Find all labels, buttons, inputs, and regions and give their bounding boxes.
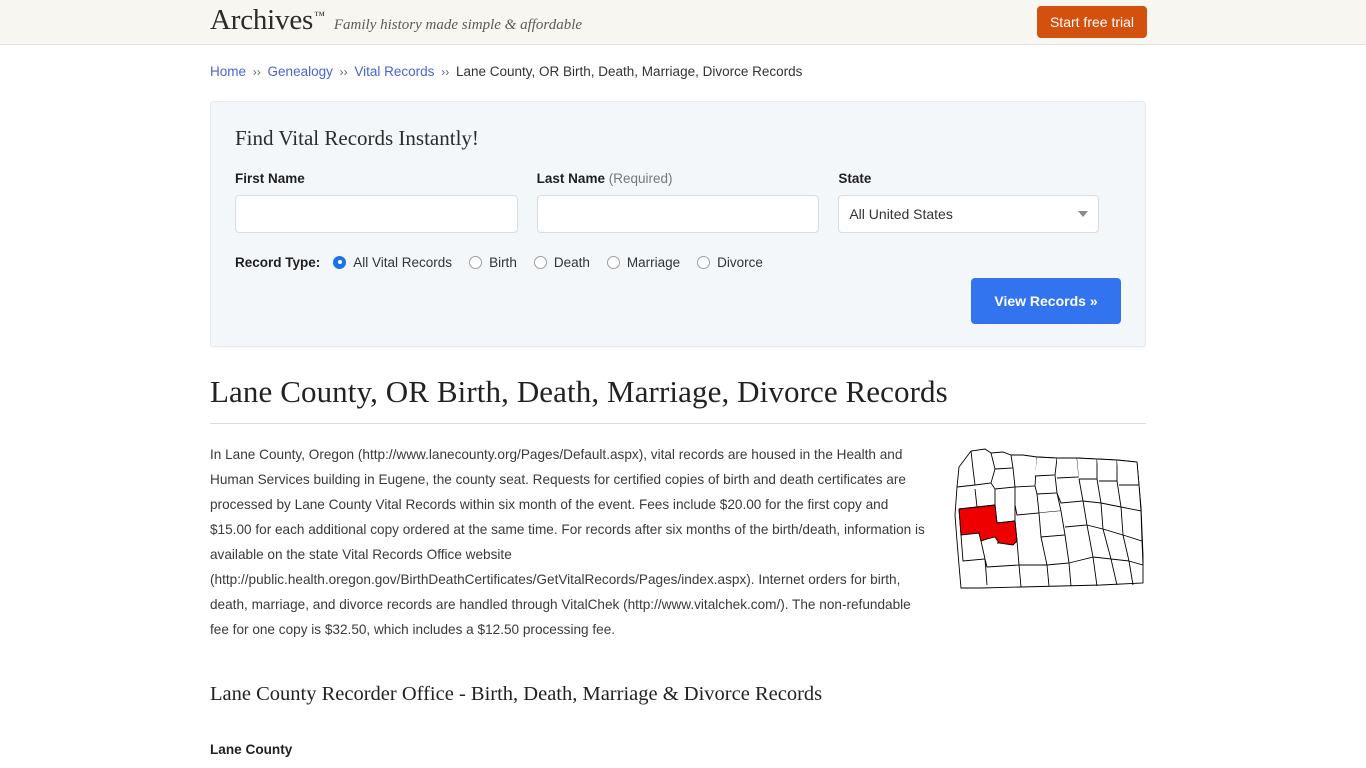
first-name-label-text: First Name (235, 171, 305, 186)
breadcrumb-item-home[interactable]: Home (210, 64, 246, 79)
search-fields-row: First Name Last Name (Required) State (235, 171, 1121, 233)
first-name-input[interactable] (235, 195, 518, 233)
radio-divorce[interactable]: Divorce (697, 255, 763, 270)
search-panel-title: Find Vital Records Instantly! (235, 126, 1121, 151)
radio-marriage-label: Marriage (627, 255, 680, 270)
breadcrumb-item-current: Lane County, OR Birth, Death, Marriage, … (456, 64, 802, 79)
state-label: State (838, 171, 1121, 186)
record-type-label: Record Type: (235, 255, 320, 270)
page-title: Lane County, OR Birth, Death, Marriage, … (210, 374, 1146, 425)
radio-all-vital-records-dot[interactable] (333, 256, 346, 269)
radio-all-vital-records-label: All Vital Records (353, 255, 452, 270)
site-header: Archives ™ Family history made simple & … (0, 0, 1366, 45)
article-body-section: In Lane County, Oregon (http://www.lanec… (210, 442, 1146, 642)
radio-birth-label: Birth (489, 255, 517, 270)
last-name-label: Last Name (Required) (537, 171, 820, 186)
first-name-field-group: First Name (235, 171, 518, 233)
radio-death[interactable]: Death (534, 255, 590, 270)
radio-divorce-label: Divorce (717, 255, 763, 270)
view-records-button[interactable]: View Records » (971, 278, 1121, 324)
recorder-office-heading: Lane County Recorder Office - Birth, Dea… (210, 683, 1146, 706)
radio-death-dot[interactable] (534, 256, 547, 269)
state-select[interactable]: All United States (838, 195, 1099, 233)
radio-marriage-dot[interactable] (607, 256, 620, 269)
header-inner: Archives ™ Family history made simple & … (0, 0, 1366, 45)
state-select-wrapper: All United States (838, 195, 1099, 233)
radio-birth[interactable]: Birth (469, 255, 517, 270)
breadcrumb-separator: ›› (441, 65, 449, 79)
radio-birth-dot[interactable] (469, 256, 482, 269)
breadcrumb: Home ›› Genealogy ›› Vital Records ›› La… (210, 45, 1146, 81)
first-name-label: First Name (235, 171, 518, 186)
radio-all-vital-records[interactable]: All Vital Records (333, 255, 452, 270)
office-name: Lane County (210, 738, 1146, 761)
vital-records-search-panel: Find Vital Records Instantly! First Name… (210, 101, 1146, 347)
brand-tagline: Family history made simple & affordable (334, 17, 582, 34)
content-container: Home ›› Genealogy ›› Vital Records ›› La… (210, 45, 1146, 768)
page-body: Home ›› Genealogy ›› Vital Records ›› La… (0, 45, 1366, 768)
start-free-trial-button[interactable]: Start free trial (1037, 6, 1147, 38)
radio-marriage[interactable]: Marriage (607, 255, 680, 270)
radio-death-label: Death (554, 255, 590, 270)
brand-name: Archives (210, 6, 313, 35)
last-name-label-text: Last Name (537, 171, 605, 186)
office-address-block: Lane County 125 E 8th Ave Eugene, OR 974… (210, 738, 1146, 768)
office-street: 125 E 8th Ave (210, 763, 1146, 768)
breadcrumb-separator: ›› (253, 65, 261, 79)
state-field-group: State All United States (838, 171, 1121, 233)
last-name-field-group: Last Name (Required) (537, 171, 820, 233)
brand-logo[interactable]: Archives ™ Family history made simple & … (210, 6, 582, 35)
last-name-input[interactable] (537, 195, 820, 233)
breadcrumb-item-genealogy[interactable]: Genealogy (268, 64, 333, 79)
radio-divorce-dot[interactable] (697, 256, 710, 269)
state-label-text: State (838, 171, 871, 186)
breadcrumb-separator: ›› (340, 65, 348, 79)
breadcrumb-item-vital-records[interactable]: Vital Records (354, 64, 434, 79)
trademark-icon: ™ (314, 10, 325, 22)
oregon-county-map-image (951, 445, 1146, 595)
last-name-required-note: (Required) (609, 171, 673, 186)
record-type-row: Record Type: All Vital Records Birth Dea… (235, 255, 1121, 270)
